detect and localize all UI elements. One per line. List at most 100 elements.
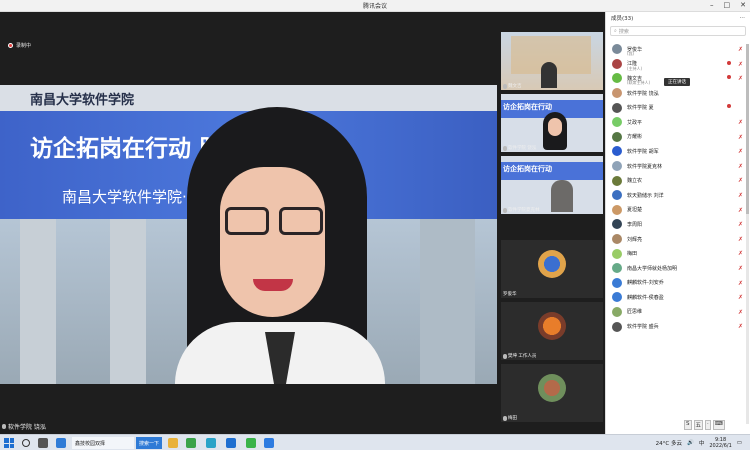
app-icon[interactable] <box>186 438 196 448</box>
mic-muted-icon[interactable]: ✗ <box>738 192 743 199</box>
member-search-input[interactable]: ⌕ 搜索 <box>610 26 746 36</box>
mic-muted-icon[interactable]: ✗ <box>738 294 743 301</box>
member-row[interactable]: 梅田 ✗ <box>606 246 750 261</box>
mic-muted-icon[interactable]: ✗ <box>738 163 743 170</box>
member-avatar <box>612 117 622 128</box>
member-row[interactable]: 艾政平 ✗ <box>606 115 750 130</box>
mic-muted-icon[interactable]: ✗ <box>738 280 743 287</box>
mic-muted-icon[interactable]: ✗ <box>738 75 743 82</box>
windows-start-icon[interactable] <box>4 438 14 448</box>
keyboard-icon[interactable]: ⌨ <box>712 420 725 430</box>
recording-indicator[interactable]: 录制中 <box>8 42 31 49</box>
maximize-button[interactable]: □ <box>724 1 731 9</box>
window-title: 腾讯会议 <box>362 3 387 10</box>
mic-muted-icon[interactable]: ✗ <box>738 119 743 126</box>
system-tray: 24°C 多云 🔊 中 9:18 2022/6/1 ▭ <box>656 436 742 450</box>
member-row[interactable]: 软件学院 盛兵 ✗ <box>606 319 750 334</box>
wechat-icon[interactable] <box>246 438 256 448</box>
mic-muted-icon[interactable]: ✗ <box>738 134 743 141</box>
member-avatar <box>612 263 622 274</box>
member-row[interactable]: 匠思维 ✗ <box>606 305 750 320</box>
member-row[interactable]: 夏坦楚 ✗ <box>606 203 750 218</box>
main-video[interactable]: 南昌大学软件学院 访企拓岗在行动 服务促就业 南昌大学软件学院· ·业专项行动 <box>0 85 497 384</box>
member-avatar <box>612 219 622 230</box>
mic-muted-icon[interactable]: ✗ <box>738 265 743 272</box>
ime-mode[interactable]: 五 <box>693 420 704 430</box>
mic-muted-icon[interactable]: ✗ <box>738 309 743 316</box>
weather-text[interactable]: 24°C 多云 <box>656 439 682 447</box>
thumbnail-tile[interactable]: 访企拓岗在行动 软件学院 饶泓 <box>501 94 603 152</box>
member-avatar <box>612 131 622 142</box>
camera-status-icon <box>727 75 731 80</box>
member-row[interactable]: 软件学院 饶泓 <box>606 86 750 101</box>
member-row[interactable]: 软件学院夏克林 ✗ <box>606 159 750 174</box>
member-row[interactable]: 罗俊华 (我) ✗ <box>606 42 750 57</box>
member-row[interactable]: 刘辉亮 ✗ <box>606 232 750 247</box>
panel-more-icon[interactable]: ⋯ <box>740 15 746 21</box>
member-avatar <box>612 44 622 55</box>
mic-muted-icon[interactable]: ✗ <box>738 61 743 68</box>
member-avatar <box>612 88 622 99</box>
search-icon[interactable] <box>22 439 30 447</box>
volume-icon[interactable]: 🔊 <box>687 440 694 446</box>
task-view-icon[interactable] <box>38 438 48 448</box>
thumbnail-name: 罗俊华 <box>503 292 517 297</box>
close-button[interactable]: ✕ <box>740 1 746 9</box>
mic-muted-icon[interactable]: ✗ <box>738 46 743 53</box>
edge-browser-icon[interactable] <box>56 438 66 448</box>
camera-status-icon <box>727 60 731 65</box>
clock[interactable]: 9:18 2022/6/1 <box>709 437 731 449</box>
member-name: 魏立农 <box>627 178 643 185</box>
member-avatar <box>612 58 622 69</box>
mic-muted-icon[interactable]: ✗ <box>738 250 743 257</box>
member-row[interactable]: 软件学院 夏 <box>606 100 750 115</box>
member-row[interactable]: 魏立农 ✗ <box>606 173 750 188</box>
mic-muted-icon[interactable]: ✗ <box>738 148 743 155</box>
member-name: 艾政平 <box>627 119 643 126</box>
member-scrollbar-thumb[interactable] <box>746 44 749 214</box>
thumbnail-tile[interactable]: 樊坤 工作人员 <box>501 302 603 360</box>
minimize-button[interactable]: – <box>710 1 714 9</box>
file-explorer-icon[interactable] <box>168 438 178 448</box>
member-name: 麒麟软件-刘安乔 <box>627 280 664 287</box>
app-icon[interactable] <box>206 438 216 448</box>
mic-muted-icon[interactable]: ✗ <box>738 323 743 330</box>
member-avatar <box>612 306 622 317</box>
member-row[interactable]: 软件学院 胡军 ✗ <box>606 144 750 159</box>
thumbnail-tile[interactable]: 魏文吉 <box>501 32 603 90</box>
background-pillar <box>110 219 146 384</box>
window-controls: – □ ✕ <box>710 1 746 9</box>
member-row[interactable]: 方耀彬 ✗ <box>606 130 750 145</box>
notification-icon[interactable]: ▭ <box>737 440 742 446</box>
thumbnail-label: 软件学院夏克林 <box>503 207 540 213</box>
member-row[interactable]: 麒麟软件-刘安乔 ✗ <box>606 276 750 291</box>
participant-figure <box>541 62 557 88</box>
thumbnail-tile[interactable]: 罗俊华 <box>501 240 603 298</box>
mic-icon <box>503 353 507 359</box>
ime-punct[interactable]: · <box>705 420 711 430</box>
mic-icon <box>503 415 507 421</box>
ime-toolbar[interactable]: S 五 · ⌨ <box>684 420 725 430</box>
member-row[interactable]: 麒麟软件-侯春盈 ✗ <box>606 290 750 305</box>
mic-muted-icon[interactable]: ✗ <box>738 207 743 214</box>
thumbnail-tile[interactable]: 访企拓岗在行动 软件学院夏克林 <box>501 156 603 214</box>
thumbnail-tile[interactable]: 梅田 <box>501 364 603 422</box>
member-row[interactable]: 江隆 (主持人) ✗ <box>606 57 750 72</box>
taskbar-item-browser[interactable]: 鑫技校园双择 <box>72 437 134 449</box>
ime-logo[interactable]: S <box>684 420 692 430</box>
member-name: 匠思维 <box>627 309 643 316</box>
mic-muted-icon[interactable]: ✗ <box>738 221 743 228</box>
tencent-meeting-icon[interactable] <box>264 438 274 448</box>
members-panel: 成员(33) ⋯ ⌕ 搜索 罗俊华 (我) ✗ 江隆 (主持人) ✗ 魏文吉 (联席主持人) ✗… <box>605 12 750 434</box>
member-row[interactable]: 软天勤储示 刘洋 ✗ <box>606 188 750 203</box>
language-indicator[interactable]: 中 <box>699 439 705 447</box>
participant-avatar <box>538 250 566 278</box>
app-icon[interactable] <box>226 438 236 448</box>
member-row[interactable]: 南昌大学师就处杨加明 ✗ <box>606 261 750 276</box>
taskbar-item-search[interactable]: 搜索一下 <box>136 437 162 449</box>
mic-muted-icon[interactable]: ✗ <box>738 236 743 243</box>
member-row[interactable]: 李周阳 ✗ <box>606 217 750 232</box>
mic-muted-icon[interactable]: ✗ <box>738 177 743 184</box>
member-avatar <box>612 175 622 186</box>
glasses-left <box>225 207 269 235</box>
